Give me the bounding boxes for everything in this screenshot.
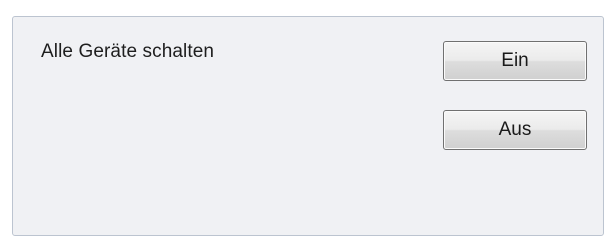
panel-label: Alle Geräte schalten bbox=[41, 41, 215, 62]
switch-all-devices-panel: Alle Geräte schalten Ein Aus bbox=[12, 16, 604, 236]
off-button[interactable]: Aus bbox=[443, 110, 587, 150]
on-button[interactable]: Ein bbox=[443, 41, 587, 81]
